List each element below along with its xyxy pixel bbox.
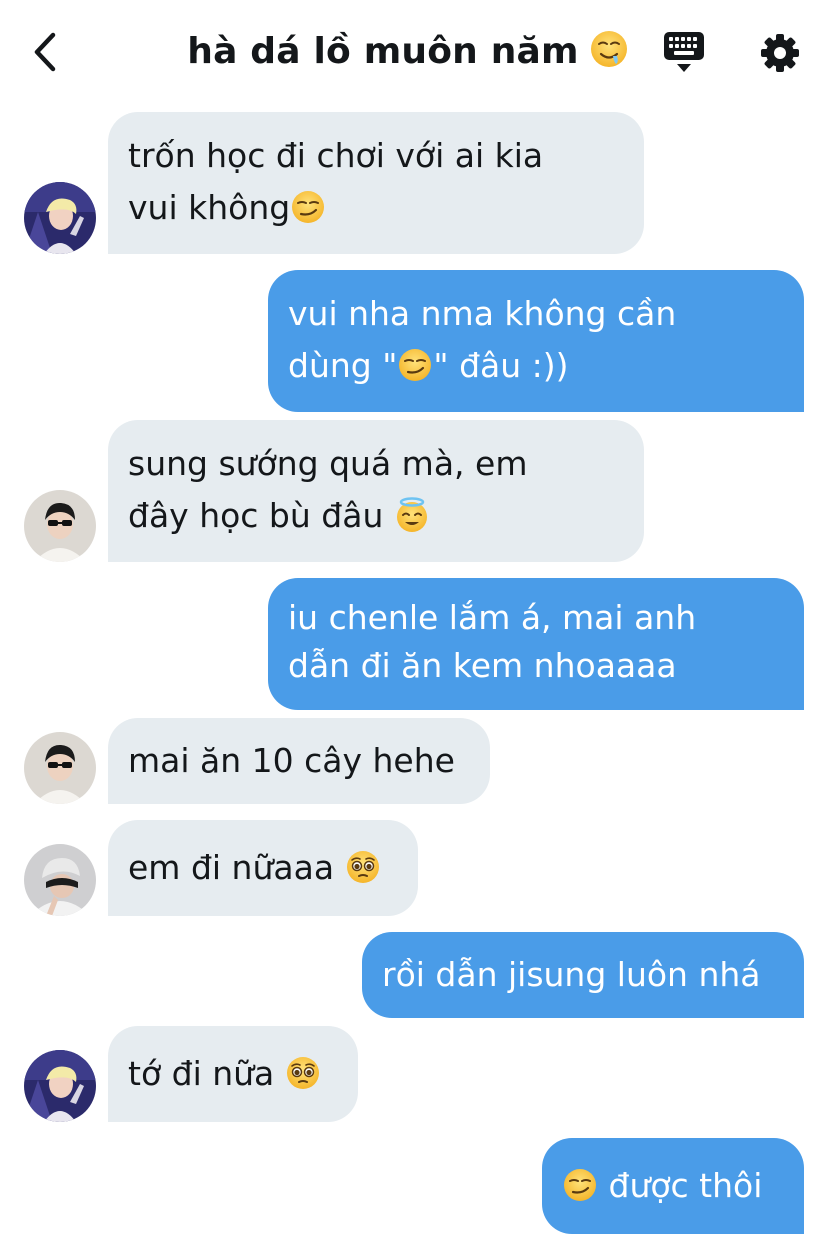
message-bubble-outgoing[interactable]: rồi dẫn jisung luôn nhá bbox=[362, 932, 804, 1018]
message-bubble-incoming[interactable]: em đi nữaaa bbox=[108, 820, 418, 916]
drooling-face-emoji bbox=[589, 29, 629, 82]
message-bubble-incoming[interactable]: sung sướng quá mà, em đây học bù đâu bbox=[108, 420, 644, 562]
chat-header: hà dá lồ muôn năm bbox=[0, 0, 828, 100]
pleading-face-emoji bbox=[285, 1055, 321, 1091]
message-text: được thôi bbox=[562, 1160, 784, 1212]
message-text: iu chenle lắm á, mai anh bbox=[288, 598, 697, 637]
smirk-emoji bbox=[290, 189, 326, 225]
gear-icon bbox=[761, 34, 799, 72]
message-text: dùng " " đâu :)) bbox=[288, 346, 569, 385]
message-text: vui không bbox=[128, 182, 624, 234]
smirk-emoji bbox=[397, 347, 433, 383]
chat-title-text: hà dá lồ muôn năm bbox=[187, 31, 579, 72]
message-bubble-incoming[interactable]: mai ăn 10 cây hehe bbox=[108, 718, 490, 804]
message-text: mai ăn 10 cây hehe bbox=[128, 741, 455, 780]
message-text: tớ đi nữa bbox=[128, 1048, 338, 1100]
message-text: đây học bù đâu bbox=[128, 490, 624, 542]
avatar-blonde[interactable] bbox=[24, 1050, 96, 1122]
avatar-blonde[interactable] bbox=[24, 182, 96, 254]
message-bubble-outgoing[interactable]: được thôi bbox=[542, 1138, 804, 1234]
pleading-face-emoji bbox=[345, 849, 381, 885]
smirk-emoji bbox=[562, 1167, 598, 1203]
message-text: em đi nữaaa bbox=[128, 842, 398, 894]
message-text: sung sướng quá mà, em bbox=[128, 444, 528, 483]
smiling-halo-emoji bbox=[394, 497, 430, 533]
message-text: rồi dẫn jisung luôn nhá bbox=[382, 955, 761, 994]
keyboard-button[interactable] bbox=[662, 30, 706, 76]
keyboard-icon bbox=[664, 32, 704, 72]
message-text: dẫn đi ăn kem nhoaaaa bbox=[288, 646, 677, 685]
message-bubble-incoming[interactable]: tớ đi nữa bbox=[108, 1026, 358, 1122]
message-bubble-outgoing[interactable]: iu chenle lắm á, mai anh dẫn đi ăn kem n… bbox=[268, 578, 804, 710]
avatar-cap[interactable] bbox=[24, 844, 96, 916]
avatar-sunglasses[interactable] bbox=[24, 490, 96, 562]
settings-button[interactable] bbox=[756, 30, 804, 76]
message-text: trốn học đi chơi với ai kia bbox=[128, 136, 544, 175]
message-bubble-outgoing[interactable]: vui nha nma không cần dùng " " đâu :)) bbox=[268, 270, 804, 412]
message-bubble-incoming[interactable]: trốn học đi chơi với ai kia vui không bbox=[108, 112, 644, 254]
avatar-sunglasses[interactable] bbox=[24, 732, 96, 804]
message-text: vui nha nma không cần bbox=[288, 294, 677, 333]
